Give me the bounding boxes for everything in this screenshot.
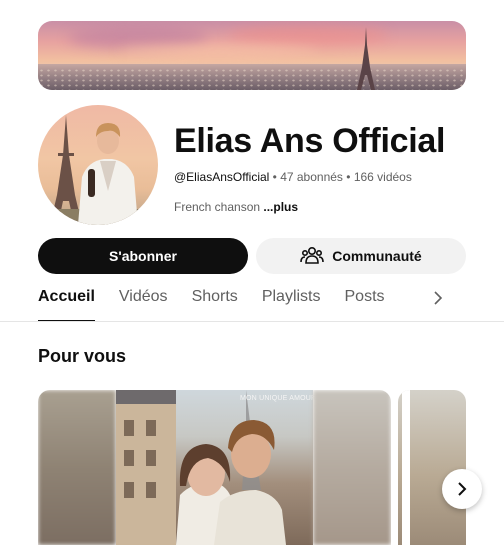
channel-description[interactable]: French chanson ...plus [174,200,298,214]
channel-tabs: Accueil Vidéos Shorts Playlists Posts [38,286,409,322]
thumbnail-caption: MON UNIQUE AMOUR [240,395,317,402]
video-count: 166 vidéos [353,170,412,184]
tab-videos[interactable]: Vidéos [119,286,168,322]
tab-playlists[interactable]: Playlists [262,286,321,322]
description-text: French chanson [174,200,264,214]
channel-meta: @EliasAnsOfficial • 47 abonnés • 166 vid… [174,170,412,184]
card-gap [402,390,410,545]
eiffel-tower-illustration [357,27,375,90]
carousel-next-button[interactable] [442,469,482,509]
tab-accueil[interactable]: Accueil [38,286,95,322]
section-title: Pour vous [38,346,127,366]
meta-separator: • [269,170,281,184]
chevron-right-icon [434,291,443,305]
channel-page: Elias Ans Official @EliasAnsOfficial • 4… [0,0,504,545]
channel-avatar[interactable] [38,105,158,225]
tabs-next-button[interactable] [428,288,448,308]
video-card[interactable]: MON UNIQUE AMOUR [38,390,391,545]
video-card-next[interactable] [398,390,466,545]
thumbnail-blur-right [313,390,391,545]
thumbnail-blur-left [38,390,116,545]
subscriber-count: 47 abonnés [280,170,343,184]
community-icon [300,245,325,268]
subscribe-button[interactable]: S'abonner [38,238,248,274]
tab-shorts[interactable]: Shorts [192,286,238,322]
avatar-portrait-illustration [38,115,158,225]
meta-separator: • [342,170,354,184]
channel-banner [38,21,466,90]
channel-title: Elias Ans Official [174,122,446,160]
video-thumbnail [116,390,313,545]
chevron-right-icon [458,482,467,496]
more-link[interactable]: ...plus [263,200,298,214]
subscribe-label: S'abonner [109,248,177,264]
tabs-divider [0,321,504,322]
community-button[interactable]: Communauté [256,238,466,274]
channel-handle[interactable]: @EliasAnsOfficial [174,170,269,184]
tab-posts[interactable]: Posts [345,286,385,322]
community-label: Communauté [332,248,422,264]
